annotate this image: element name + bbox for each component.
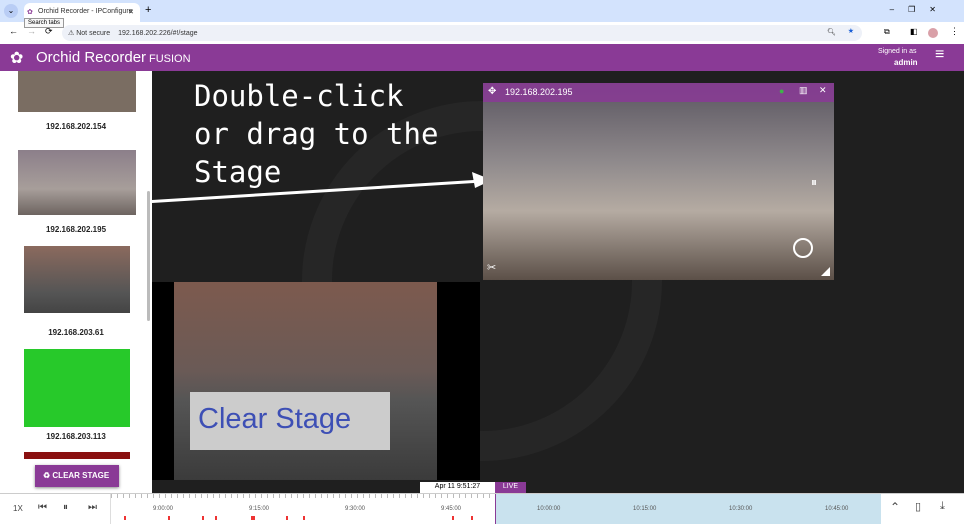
clear-stage-button[interactable]: ♻ CLEAR STAGE [35,465,119,487]
extensions-icon[interactable]: ⧉ [884,27,890,37]
stats-icon[interactable]: ▥ [799,85,808,96]
current-time-label: Apr 11 9:51:27 [420,482,495,493]
window-controls: –❐✕ [890,5,950,14]
turtle-icon[interactable]: ● [779,86,784,96]
recording-marker[interactable] [452,516,454,520]
pause-button-icon[interactable]: ⏸ [63,502,68,513]
close-tile-icon[interactable]: ✕ [819,85,827,96]
tick-label: 9:15:00 [249,506,270,512]
tile-title: 192.168.202.195 [505,87,573,97]
skip-back-icon[interactable]: ⏮ [38,502,47,513]
recording-marker[interactable] [202,516,204,520]
camera-tile-195[interactable]: ✥ 192.168.202.195 ● ▥ ✕ ⏸ ✂ [483,83,834,280]
recording-marker[interactable] [124,516,126,520]
settings-icon[interactable]: ✂ [487,261,496,274]
stage: Double-click or drag to the Stage ✥ 192.… [152,71,964,493]
camera-label: 192.168.203.61 [48,328,104,337]
camera-list: 192.168.202.154 192.168.202.195 192.168.… [0,71,152,493]
live-badge[interactable]: LIVE [495,482,526,493]
camera-thumbnail[interactable] [24,349,130,427]
app-name: Orchid Recorder [36,49,147,66]
camera-thumbnail[interactable] [18,150,136,215]
signed-in-label: Signed in as [878,48,917,55]
timeline: 1X ⏮ ⏸ ⏭ 9:00:00 9:15:00 9:30:00 9:45:00… [0,493,964,524]
close-window-icon[interactable]: ✕ [929,5,950,14]
download-icon[interactable]: ⤓ [940,500,945,513]
orchid-logo-icon: ✿ [10,50,24,67]
pause-icon[interactable]: ⏸ [811,175,817,190]
tick-label: 10:30:00 [729,506,753,512]
minimize-icon[interactable]: – [890,5,908,14]
hamburger-menu-icon[interactable]: ≡ [935,46,944,64]
address-bar: ← → ⟳ ⚠ Not secure 192.168.202.226/#!/sta… [0,22,964,44]
tooltip: Search tabs [24,18,65,28]
drag-arrow [152,179,483,204]
calendar-icon[interactable]: ▯ [915,500,921,513]
zoom-icon[interactable]: 🔍︎ [827,28,836,36]
app-edition: FUSION [149,53,191,65]
recording-marker[interactable] [251,516,255,520]
back-icon[interactable]: ← [9,26,18,36]
url-input[interactable]: ⚠ Not secure 192.168.202.226/#!/stage 🔍︎ ★ [62,25,862,41]
app-header: ✿ Orchid Recorder FUSION Signed in as ad… [0,44,964,71]
chevron-up-icon[interactable]: ⌃ [890,500,900,514]
ptz-icon[interactable] [793,238,813,258]
tick-label: 9:45:00 [441,506,462,512]
camera-label: 192.168.202.154 [45,122,107,131]
recording-marker[interactable] [215,516,217,520]
tile-header: ✥ 192.168.202.195 ● ▥ ✕ [483,83,834,102]
recording-marker[interactable] [168,516,170,520]
tick-label: 9:00:00 [153,506,174,512]
recycle-icon: ♻ [43,471,53,480]
profile-avatar[interactable] [928,28,938,38]
restore-icon[interactable]: ❐ [908,5,929,14]
tick-label: 9:30:00 [345,506,366,512]
expand-icon[interactable]: ✥ [488,86,496,97]
speed-button[interactable]: 1X [13,504,23,513]
sidepanel-icon[interactable]: ◧ [910,27,918,36]
tick-label: 10:15:00 [633,506,657,512]
annotation-clear: Clear Stage [190,392,390,450]
timeline-track[interactable]: 9:00:00 9:15:00 9:30:00 9:45:00 10:00:00… [110,494,881,524]
bookmark-star-icon[interactable]: ★ [848,27,854,35]
browser-tab-strip: ⌄ ✿ Orchid Recorder - IPConfigure ✕ + –❐✕ [0,0,964,22]
tick-label: 10:45:00 [825,506,849,512]
recording-marker[interactable] [286,516,288,520]
camera-label: 192.168.202.195 [45,225,107,234]
camera-label: 192.168.203.113 [46,432,106,441]
new-tab-button[interactable]: + [145,4,151,16]
recording-marker[interactable] [303,516,305,520]
camera-tile-61[interactable] [152,282,480,480]
resize-handle[interactable] [821,267,830,276]
camera-video [174,282,437,480]
tab-search-button[interactable]: ⌄ [4,4,18,18]
menu-dots-icon[interactable]: ⋮ [950,26,959,37]
camera-thumbnail[interactable] [24,246,130,313]
close-tab-icon[interactable]: ✕ [128,8,134,16]
orchid-favicon-icon: ✿ [27,9,33,16]
sidebar-scrollbar[interactable] [147,191,150,321]
recording-marker[interactable] [471,516,473,520]
tick-label: 10:00:00 [537,506,561,512]
skip-forward-icon[interactable]: ⏭ [88,502,97,513]
warning-icon: ⚠ [68,30,77,37]
username: admin [894,58,918,67]
camera-thumbnail[interactable] [18,71,136,112]
